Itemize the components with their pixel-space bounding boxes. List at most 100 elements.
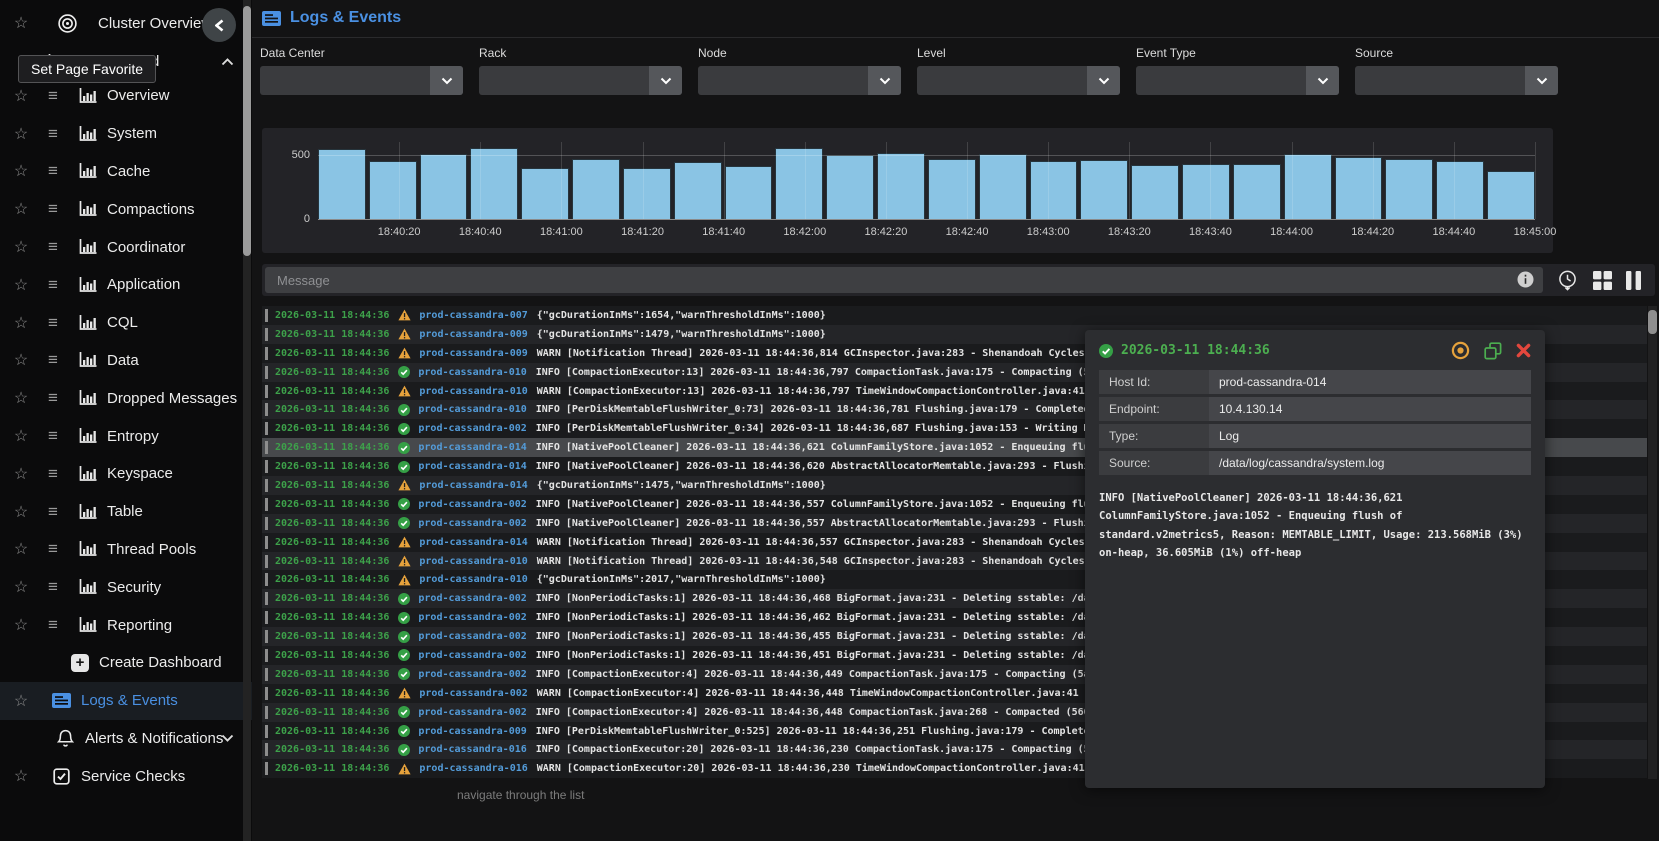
sidebar-item-cache[interactable]: ☆ ≡ Cache (0, 153, 252, 191)
log-host-link[interactable]: prod-cassandra-016 (418, 744, 526, 755)
drag-handle-icon[interactable]: ≡ (48, 577, 62, 597)
log-host-link[interactable]: prod-cassandra-014 (419, 480, 527, 491)
drag-handle-icon[interactable]: ≡ (48, 350, 62, 370)
sidebar-item-security[interactable]: ☆ ≡ Security (0, 568, 252, 606)
drag-handle-icon[interactable]: ≡ (48, 275, 62, 295)
filter-dropdown[interactable] (1136, 66, 1339, 95)
log-host-link[interactable]: prod-cassandra-014 (418, 442, 526, 453)
log-host-link[interactable]: prod-cassandra-002 (418, 593, 526, 604)
drag-handle-icon[interactable]: ≡ (48, 615, 62, 635)
log-host-link[interactable]: prod-cassandra-002 (418, 650, 526, 661)
log-host-link[interactable]: prod-cassandra-002 (418, 612, 526, 623)
filter-dropdown[interactable] (917, 66, 1120, 95)
log-host-link[interactable]: prod-cassandra-002 (418, 423, 526, 434)
chevron-down-icon[interactable] (221, 734, 234, 743)
filter-dropdown[interactable] (260, 66, 463, 95)
log-host-link[interactable]: prod-cassandra-010 (419, 574, 527, 585)
favorite-star-icon[interactable]: ☆ (13, 13, 29, 33)
favorite-star-icon[interactable]: ☆ (13, 426, 29, 446)
favorite-star-icon[interactable]: ☆ (13, 86, 29, 106)
drag-handle-icon[interactable]: ≡ (48, 237, 62, 257)
close-icon[interactable] (1516, 343, 1531, 358)
log-host-link[interactable]: prod-cassandra-016 (419, 763, 527, 774)
filter-dropdown[interactable] (698, 66, 901, 95)
pause-icon[interactable] (1625, 270, 1641, 290)
favorite-star-icon[interactable]: ☆ (13, 350, 29, 370)
drag-handle-icon[interactable]: ≡ (48, 86, 62, 106)
sidebar-item-keyspace[interactable]: ☆ ≡ Keyspace (0, 455, 252, 493)
filter-dropdown[interactable] (1355, 66, 1558, 95)
message-search-input[interactable] (265, 267, 1543, 293)
locate-event-icon[interactable] (1451, 341, 1470, 360)
log-host-link[interactable]: prod-cassandra-010 (418, 404, 526, 415)
sidebar-item-cluster-overview[interactable]: ☆ Cluster Overview (0, 0, 252, 46)
copy-icon[interactable] (1484, 341, 1502, 360)
chevron-up-icon[interactable] (221, 57, 234, 66)
drag-handle-icon[interactable]: ≡ (48, 388, 62, 408)
sidebar-item-logs-events[interactable]: ☆ Logs & Events (0, 681, 252, 720)
log-host-link[interactable]: prod-cassandra-010 (418, 367, 526, 378)
sidebar-item-thread-pools[interactable]: ☆ ≡ Thread Pools (0, 531, 252, 569)
sidebar-item-alerts-notifications[interactable]: Alerts & Notifications (0, 720, 252, 758)
favorite-star-icon[interactable]: ☆ (13, 388, 29, 408)
favorite-star-icon[interactable]: ☆ (13, 691, 29, 711)
sidebar-item-application[interactable]: ☆ ≡ Application (0, 266, 252, 304)
favorite-star-icon[interactable]: ☆ (13, 161, 29, 181)
log-host-link[interactable]: prod-cassandra-002 (418, 669, 526, 680)
sidebar-item-create-dashboard[interactable]: + Create Dashboard (0, 644, 252, 682)
log-row[interactable]: 2026-03-11 18:44:36 prod-cassandra-007 {… (262, 306, 1647, 325)
drag-handle-icon[interactable]: ≡ (48, 502, 62, 522)
favorite-star-icon[interactable]: ☆ (13, 502, 29, 522)
log-host-link[interactable]: prod-cassandra-002 (418, 499, 526, 510)
log-host-link[interactable]: prod-cassandra-002 (418, 518, 526, 529)
drag-handle-icon[interactable]: ≡ (48, 464, 62, 484)
drag-handle-icon[interactable]: ≡ (48, 199, 62, 219)
favorite-star-icon[interactable]: ☆ (13, 124, 29, 144)
sidebar-item-service-checks[interactable]: ☆ Service Checks (0, 757, 252, 795)
drag-handle-icon[interactable]: ≡ (48, 124, 62, 144)
log-host-link[interactable]: prod-cassandra-009 (419, 329, 527, 340)
log-host-link[interactable]: prod-cassandra-002 (418, 707, 526, 718)
favorite-star-icon[interactable]: ☆ (13, 199, 29, 219)
dropdown-chevron-button[interactable] (1306, 66, 1339, 95)
sidebar-item-data[interactable]: ☆ ≡ Data (0, 342, 252, 380)
log-host-link[interactable]: prod-cassandra-002 (419, 688, 527, 699)
time-history-icon[interactable] (1557, 270, 1578, 291)
drag-handle-icon[interactable]: ≡ (48, 539, 62, 559)
dropdown-chevron-button[interactable] (430, 66, 463, 95)
dropdown-chevron-button[interactable] (1087, 66, 1120, 95)
info-icon[interactable] (1517, 271, 1534, 288)
log-scrollbar-thumb[interactable] (1648, 310, 1657, 334)
log-host-link[interactable]: prod-cassandra-010 (419, 386, 527, 397)
drag-handle-icon[interactable]: ≡ (48, 426, 62, 446)
favorite-star-icon[interactable]: ☆ (13, 464, 29, 484)
sidebar-item-cql[interactable]: ☆ ≡ CQL (0, 304, 252, 342)
sidebar-scrollbar-thumb[interactable] (243, 6, 251, 256)
log-host-link[interactable]: prod-cassandra-009 (418, 726, 526, 737)
drag-handle-icon[interactable]: ≡ (48, 161, 62, 181)
sidebar-item-dropped-messages[interactable]: ☆ ≡ Dropped Messages (0, 379, 252, 417)
sidebar-item-coordinator[interactable]: ☆ ≡ Coordinator (0, 228, 252, 266)
filter-dropdown[interactable] (479, 66, 682, 95)
sidebar-item-compactions[interactable]: ☆ ≡ Compactions (0, 190, 252, 228)
favorite-star-icon[interactable]: ☆ (13, 615, 29, 635)
favorite-star-icon[interactable]: ☆ (13, 577, 29, 597)
favorite-star-icon[interactable]: ☆ (13, 539, 29, 559)
favorite-star-icon[interactable]: ☆ (13, 313, 29, 333)
sidebar-item-reporting[interactable]: ☆ ≡ Reporting (0, 606, 252, 644)
log-host-link[interactable]: prod-cassandra-009 (419, 348, 527, 359)
grid-view-icon[interactable] (1592, 270, 1612, 290)
favorite-star-icon[interactable]: ☆ (13, 766, 29, 786)
sidebar-item-table[interactable]: ☆ ≡ Table (0, 493, 252, 531)
sidebar-item-entropy[interactable]: ☆ ≡ Entropy (0, 417, 252, 455)
dropdown-chevron-button[interactable] (868, 66, 901, 95)
favorite-star-icon[interactable]: ☆ (13, 275, 29, 295)
log-host-link[interactable]: prod-cassandra-014 (419, 537, 527, 548)
drag-handle-icon[interactable]: ≡ (48, 313, 62, 333)
log-scrollbar[interactable] (1648, 306, 1657, 779)
sidebar-item-system[interactable]: ☆ ≡ System (0, 115, 252, 153)
log-host-link[interactable]: prod-cassandra-007 (419, 310, 527, 321)
sidebar-collapse-button[interactable] (202, 8, 236, 42)
dropdown-chevron-button[interactable] (649, 66, 682, 95)
dropdown-chevron-button[interactable] (1525, 66, 1558, 95)
